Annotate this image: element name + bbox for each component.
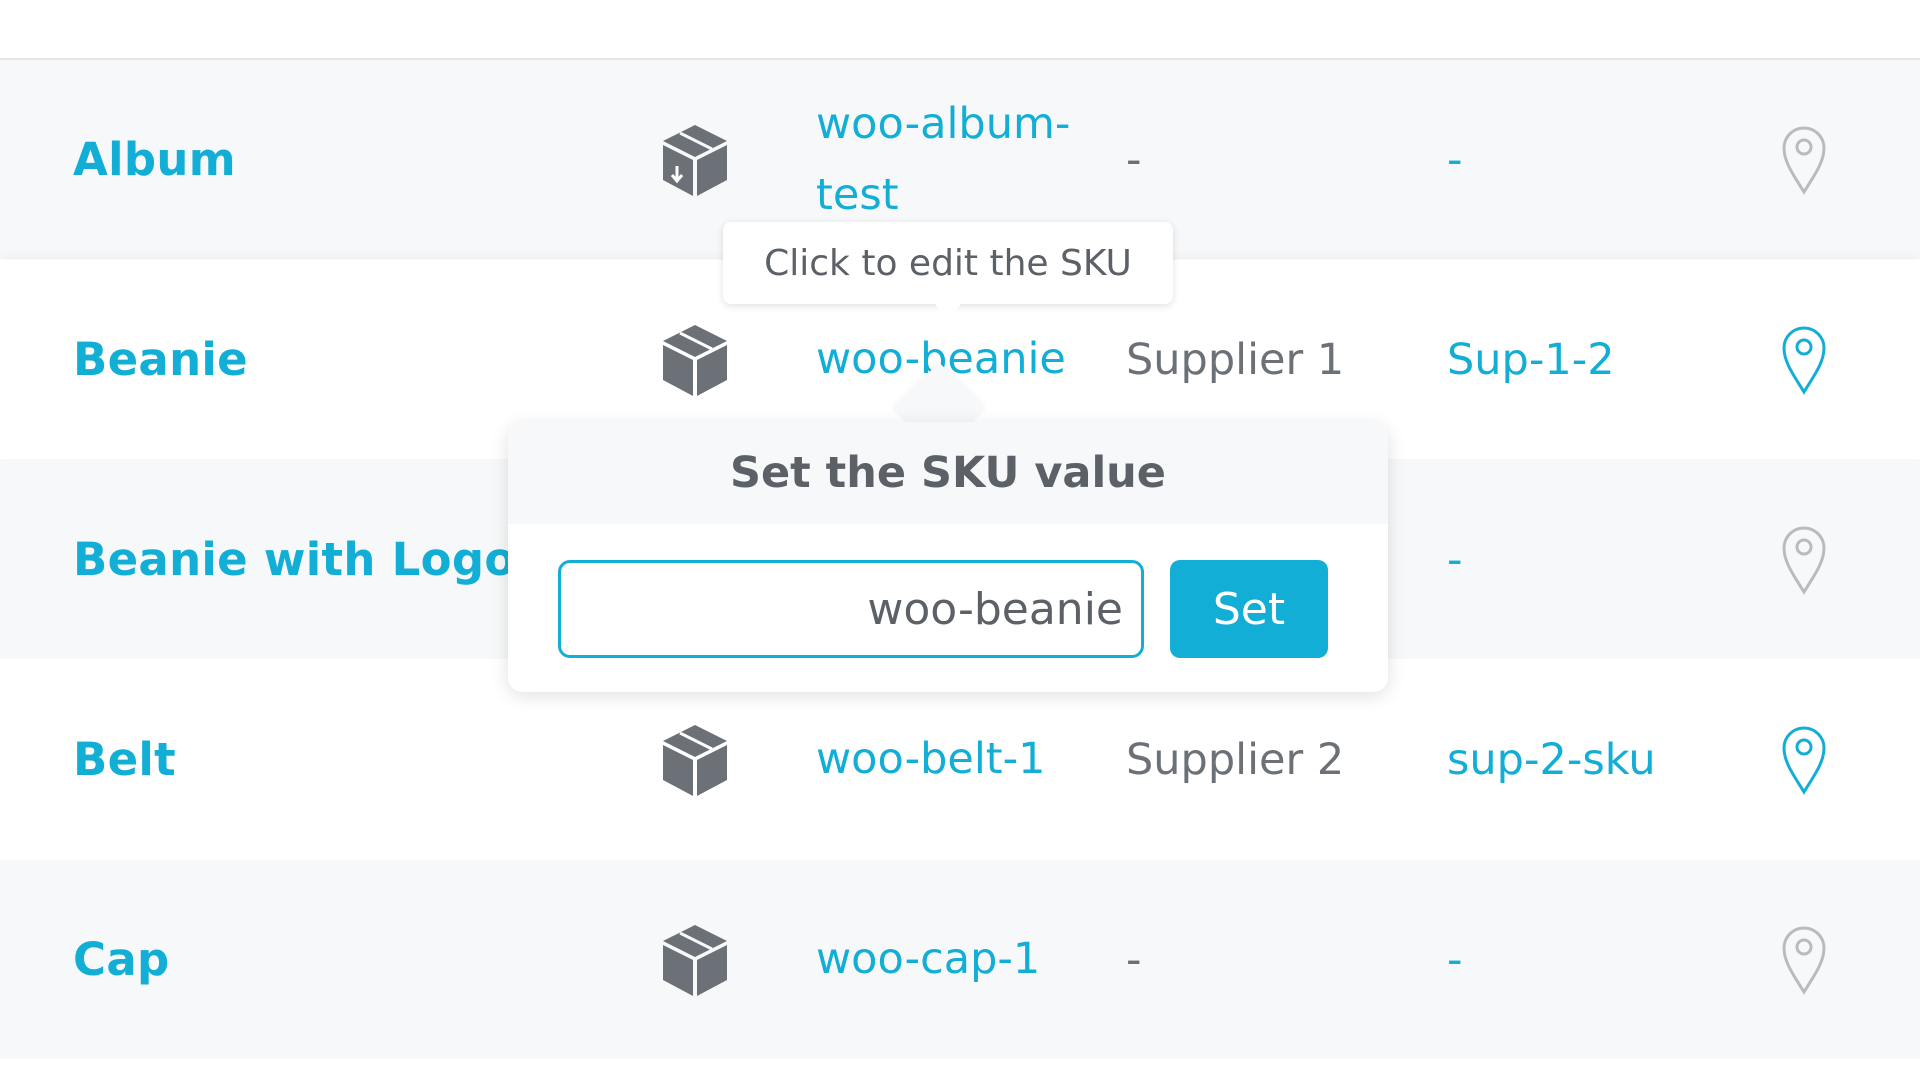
supplier-sku-link[interactable]: Sup-1-2 bbox=[1447, 260, 1615, 459]
download-box-icon bbox=[660, 60, 730, 259]
product-name-link[interactable]: Beanie bbox=[73, 260, 248, 459]
tooltip-text: Click to edit the SKU bbox=[764, 242, 1132, 284]
supplier-sku-link[interactable]: - bbox=[1447, 860, 1463, 1059]
product-name-link[interactable]: Belt bbox=[73, 660, 176, 859]
supplier-sku-link[interactable]: - bbox=[1447, 460, 1463, 659]
supplier-sku-link[interactable]: sup-2-sku bbox=[1447, 660, 1656, 859]
map-pin-icon[interactable] bbox=[1778, 460, 1830, 659]
product-name-link[interactable]: Album bbox=[73, 60, 236, 259]
popover-title: Set the SKU value bbox=[508, 422, 1388, 524]
supplier-name: - bbox=[1126, 934, 1142, 985]
product-name-link[interactable]: Beanie with Logo bbox=[73, 460, 516, 659]
map-pin-icon[interactable] bbox=[1778, 860, 1830, 1059]
map-pin-icon[interactable] bbox=[1778, 660, 1830, 859]
sku-input[interactable] bbox=[558, 560, 1144, 658]
box-icon bbox=[660, 860, 730, 1059]
supplier-sku-link[interactable]: - bbox=[1447, 60, 1463, 259]
map-pin-icon[interactable] bbox=[1778, 60, 1830, 259]
table-row: Cap woo-cap-1 - - bbox=[0, 860, 1920, 1059]
sku-edit-popover: Set the SKU value Set bbox=[508, 422, 1388, 692]
product-name-link[interactable]: Cap bbox=[73, 860, 170, 1059]
sku-tooltip: Click to edit the SKU bbox=[723, 222, 1173, 318]
table-header-area bbox=[0, 0, 1920, 60]
set-sku-button[interactable]: Set bbox=[1170, 560, 1328, 658]
map-pin-icon[interactable] bbox=[1778, 260, 1830, 459]
sku-link[interactable]: woo-cap-1 bbox=[816, 860, 1106, 1059]
